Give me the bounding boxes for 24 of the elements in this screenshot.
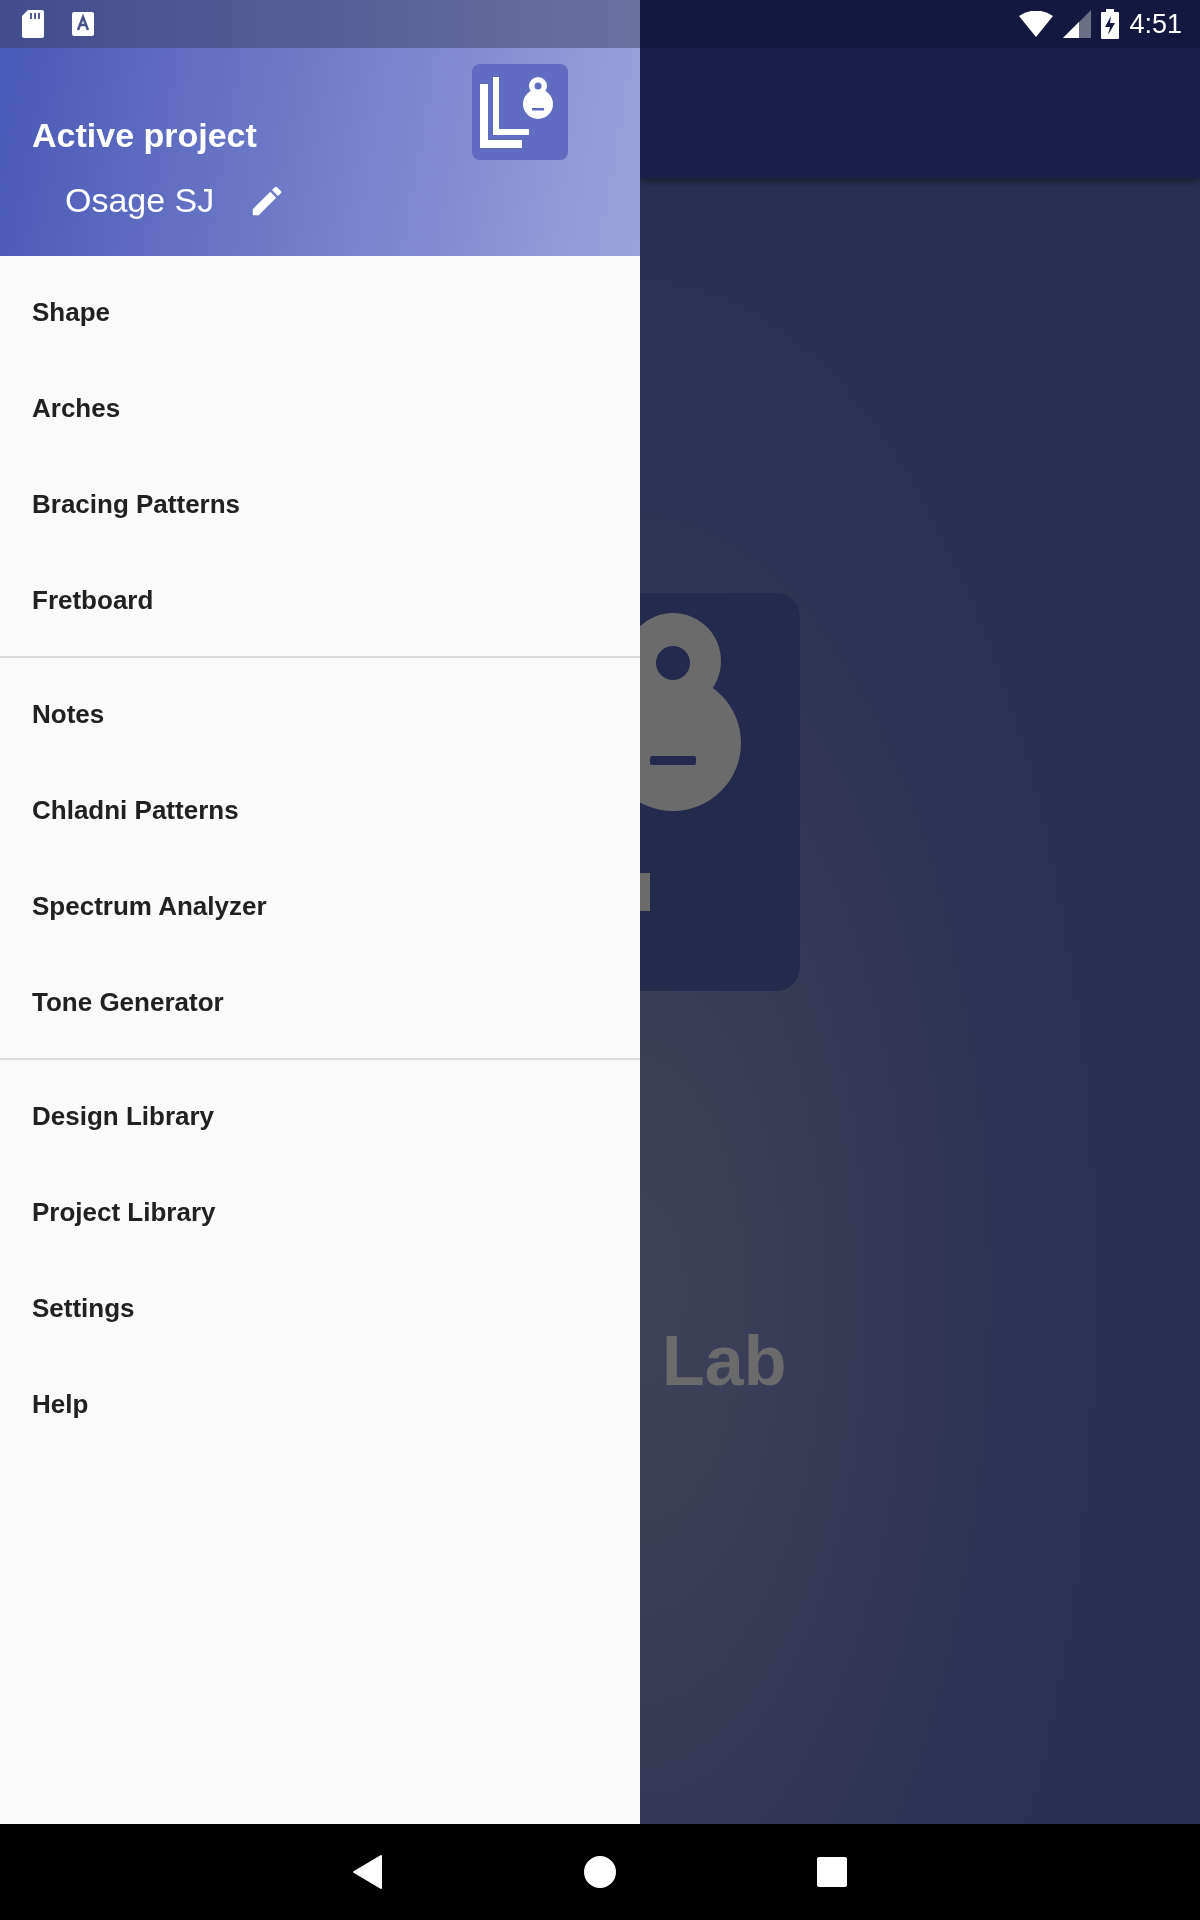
- project-name: Osage SJ: [65, 181, 215, 220]
- drawer-menu-item[interactable]: Fretboard: [0, 552, 640, 648]
- home-icon[interactable]: [583, 1855, 617, 1889]
- clock-time: 4:51: [1129, 8, 1182, 40]
- drawer-menu-item[interactable]: Bracing Patterns: [0, 456, 640, 552]
- wifi-icon: [1019, 11, 1054, 37]
- battery-icon: [1101, 9, 1120, 39]
- signal-icon: [1063, 10, 1092, 38]
- back-icon[interactable]: [353, 1855, 383, 1889]
- drawer-menu-item[interactable]: Help: [0, 1356, 640, 1452]
- sd-card-icon: [22, 10, 44, 38]
- drawer-menu-item[interactable]: Project Library: [0, 1164, 640, 1260]
- drawer-menu-item[interactable]: Shape: [0, 264, 640, 360]
- guitar-logo-icon: [640, 593, 800, 991]
- drawer-menu-item[interactable]: Notes: [0, 666, 640, 762]
- drawer-menu-item[interactable]: Spectrum Analyzer: [0, 858, 640, 954]
- drawer-menu-item[interactable]: Chladni Patterns: [0, 762, 640, 858]
- keyboard-icon: [72, 12, 94, 36]
- header-title: Active project: [32, 116, 258, 155]
- drawer-menu-item[interactable]: Settings: [0, 1260, 640, 1356]
- drawer-menu-item[interactable]: Design Library: [0, 1068, 640, 1164]
- app-logo-icon: [472, 64, 568, 160]
- drawer-menu-item[interactable]: Tone Generator: [0, 954, 640, 1050]
- drawer-menu-item[interactable]: Arches: [0, 360, 640, 456]
